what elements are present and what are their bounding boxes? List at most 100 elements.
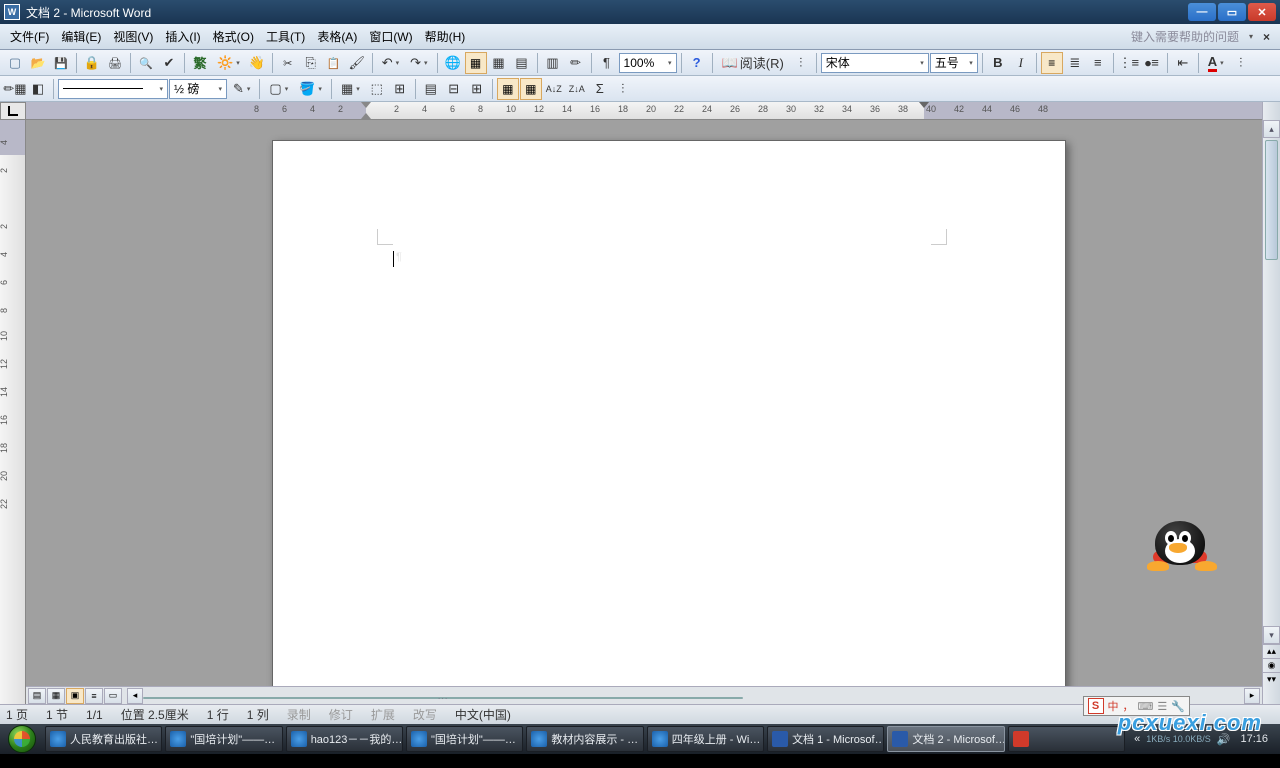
vscroll-thumb[interactable] [1265, 140, 1278, 260]
menu-insert[interactable]: 插入(I) [159, 25, 206, 48]
status-line[interactable]: 1 行 [207, 706, 229, 723]
doc-map-button[interactable]: ¶ [596, 52, 618, 74]
draw-table-button[interactable]: ✏▦ [4, 78, 26, 100]
split-cells-button[interactable]: ⊞ [389, 78, 411, 100]
menu-help[interactable]: 帮助(H) [419, 25, 472, 48]
distribute-rows-button[interactable]: ⊟ [443, 78, 465, 100]
outside-border-button[interactable]: ▢▾ [264, 78, 293, 100]
status-section[interactable]: 1 节 [46, 706, 68, 723]
font-name-combo[interactable]: 宋体▾ [821, 53, 929, 73]
taskbar-item[interactable]: 文档 1 - Microsof… [767, 726, 884, 752]
distribute-cols-button[interactable]: ⊞ [466, 78, 488, 100]
trad-simp-button[interactable]: 繁 [189, 52, 211, 74]
menu-table[interactable]: 表格(A) [311, 25, 363, 48]
taskbar-item[interactable]: 文档 2 - Microsof… [887, 726, 1004, 752]
help-search-box[interactable]: 键入需要帮助的问题 [1125, 26, 1245, 47]
numbering-button[interactable]: ⋮≡ [1118, 52, 1140, 74]
page[interactable] [272, 140, 1066, 686]
redo-button[interactable]: ▾ [405, 52, 432, 74]
print-button[interactable] [104, 52, 126, 74]
paste-button[interactable] [323, 52, 345, 74]
help-dropdown-icon[interactable]: ▾ [1245, 32, 1257, 41]
toolbar1-overflow[interactable]: ⫶ [1230, 52, 1252, 74]
ime-toolbar[interactable]: S 中 ， ⌨ ☰ 🔧 [1083, 696, 1190, 716]
align-center-button[interactable]: ≣ [1064, 52, 1086, 74]
permission-button[interactable]: 🔒 [81, 52, 103, 74]
tables-borders-button[interactable]: ▦ [465, 52, 487, 74]
italic-button[interactable]: I [1010, 52, 1032, 74]
maximize-button[interactable]: ▭ [1218, 3, 1246, 21]
status-lang[interactable]: 中文(中国) [455, 706, 511, 723]
menu-edit[interactable]: 编辑(E) [55, 25, 107, 48]
vscroll-up[interactable]: ▴ [1263, 120, 1280, 138]
spelling-button[interactable]: ✔ [158, 52, 180, 74]
new-doc-button[interactable] [4, 52, 26, 74]
document-area[interactable] [26, 120, 1262, 686]
status-page[interactable]: 1 页 [6, 706, 28, 723]
tray-clock[interactable]: 17:16 [1236, 733, 1272, 745]
reading-layout-button[interactable]: 📖 阅读(R) [717, 52, 789, 74]
print-view-button[interactable]: ▣ [66, 688, 84, 704]
zoom-combo[interactable]: 100%▾ [619, 53, 677, 73]
status-ovr[interactable]: 改写 [413, 706, 437, 723]
tray-expand-icon[interactable]: « [1134, 733, 1140, 745]
ime-punct[interactable]: ， [1123, 698, 1134, 714]
close-button[interactable]: ✕ [1248, 3, 1276, 21]
taskbar-item[interactable]: 教材内容展示 - … [526, 726, 643, 752]
align-cells-button[interactable]: ▤ [420, 78, 442, 100]
decrease-indent-button[interactable]: ⇤ [1172, 52, 1194, 74]
hscroll-thumb[interactable]: ∙∙∙ [143, 697, 743, 699]
hyperlink-button[interactable]: 🌐 [442, 52, 464, 74]
start-button[interactable] [2, 724, 42, 754]
hscroll-left[interactable]: ◂ [127, 688, 143, 704]
insert-table-button[interactable]: ▦ [488, 52, 510, 74]
phonetic-button[interactable]: 👋 [246, 52, 268, 74]
hanging-indent[interactable] [361, 113, 371, 119]
status-pages[interactable]: 1/1 [86, 708, 103, 722]
first-line-indent[interactable] [361, 102, 371, 108]
normal-view-button[interactable]: ▤ [28, 688, 46, 704]
open-button[interactable] [27, 52, 49, 74]
menu-window[interactable]: 窗口(W) [363, 25, 418, 48]
columns-button[interactable]: ▥ [542, 52, 564, 74]
bold-button[interactable]: B [987, 52, 1009, 74]
taskbar-item[interactable]: hao123－－我的… [286, 726, 403, 752]
status-rev[interactable]: 修订 [329, 706, 353, 723]
tab-selector[interactable] [0, 102, 26, 120]
horizontal-ruler[interactable]: 8642246810121416182022242628303234363840… [26, 102, 1262, 120]
print-preview-button[interactable] [135, 52, 157, 74]
line-style-combo[interactable]: ▾ [58, 79, 168, 99]
menu-view[interactable]: 视图(V) [107, 25, 159, 48]
status-rec[interactable]: 录制 [287, 706, 311, 723]
sort-desc-button[interactable]: Z↓A [566, 78, 588, 100]
drawing-button[interactable]: ✏ [565, 52, 587, 74]
web-view-button[interactable]: ▦ [47, 688, 65, 704]
taskbar-item[interactable]: 四年级上册 - Wi… [647, 726, 764, 752]
reading-view-button[interactable]: ▭ [104, 688, 122, 704]
table-autoformat-button[interactable]: ▦ [497, 78, 519, 100]
font-size-combo[interactable]: 五号▾ [930, 53, 978, 73]
prev-page-button[interactable]: ▴▴ [1263, 644, 1280, 658]
border-color-button[interactable]: ✎▾ [228, 78, 255, 100]
vertical-ruler[interactable]: 4 2 2 4 6 8 10 12 14 16 18 20 22 [0, 120, 26, 704]
align-left-button[interactable]: ≡ [1041, 52, 1063, 74]
ime-lang[interactable]: 中 [1108, 698, 1119, 714]
shading-color-button[interactable]: 🪣▾ [294, 78, 327, 100]
menu-format[interactable]: 格式(O) [207, 25, 260, 48]
cut-button[interactable] [277, 52, 299, 74]
hscroll-right[interactable]: ▸ [1244, 688, 1260, 704]
hide-gridlines-button[interactable]: ▦ [520, 78, 542, 100]
taskbar-item[interactable]: 人民教育出版社… [45, 726, 162, 752]
help-button[interactable]: ? [686, 52, 708, 74]
tray-volume-icon[interactable]: 🔊 [1217, 733, 1231, 746]
outline-view-button[interactable]: ≡ [85, 688, 103, 704]
next-page-button[interactable]: ▾▾ [1263, 672, 1280, 686]
align-right-button[interactable]: ≡ [1087, 52, 1109, 74]
tray-network[interactable]: 1KB/s 10.0KB/S [1146, 734, 1211, 744]
autosum-button[interactable]: Σ [589, 78, 611, 100]
sort-asc-button[interactable]: A↓Z [543, 78, 565, 100]
toolbar2-overflow[interactable]: ⫶ [612, 78, 634, 100]
system-tray[interactable]: « 1KB/s 10.0KB/S 🔊 17:16 [1128, 733, 1278, 746]
menu-tools[interactable]: 工具(T) [260, 25, 311, 48]
ime-logo[interactable]: S [1088, 698, 1104, 714]
